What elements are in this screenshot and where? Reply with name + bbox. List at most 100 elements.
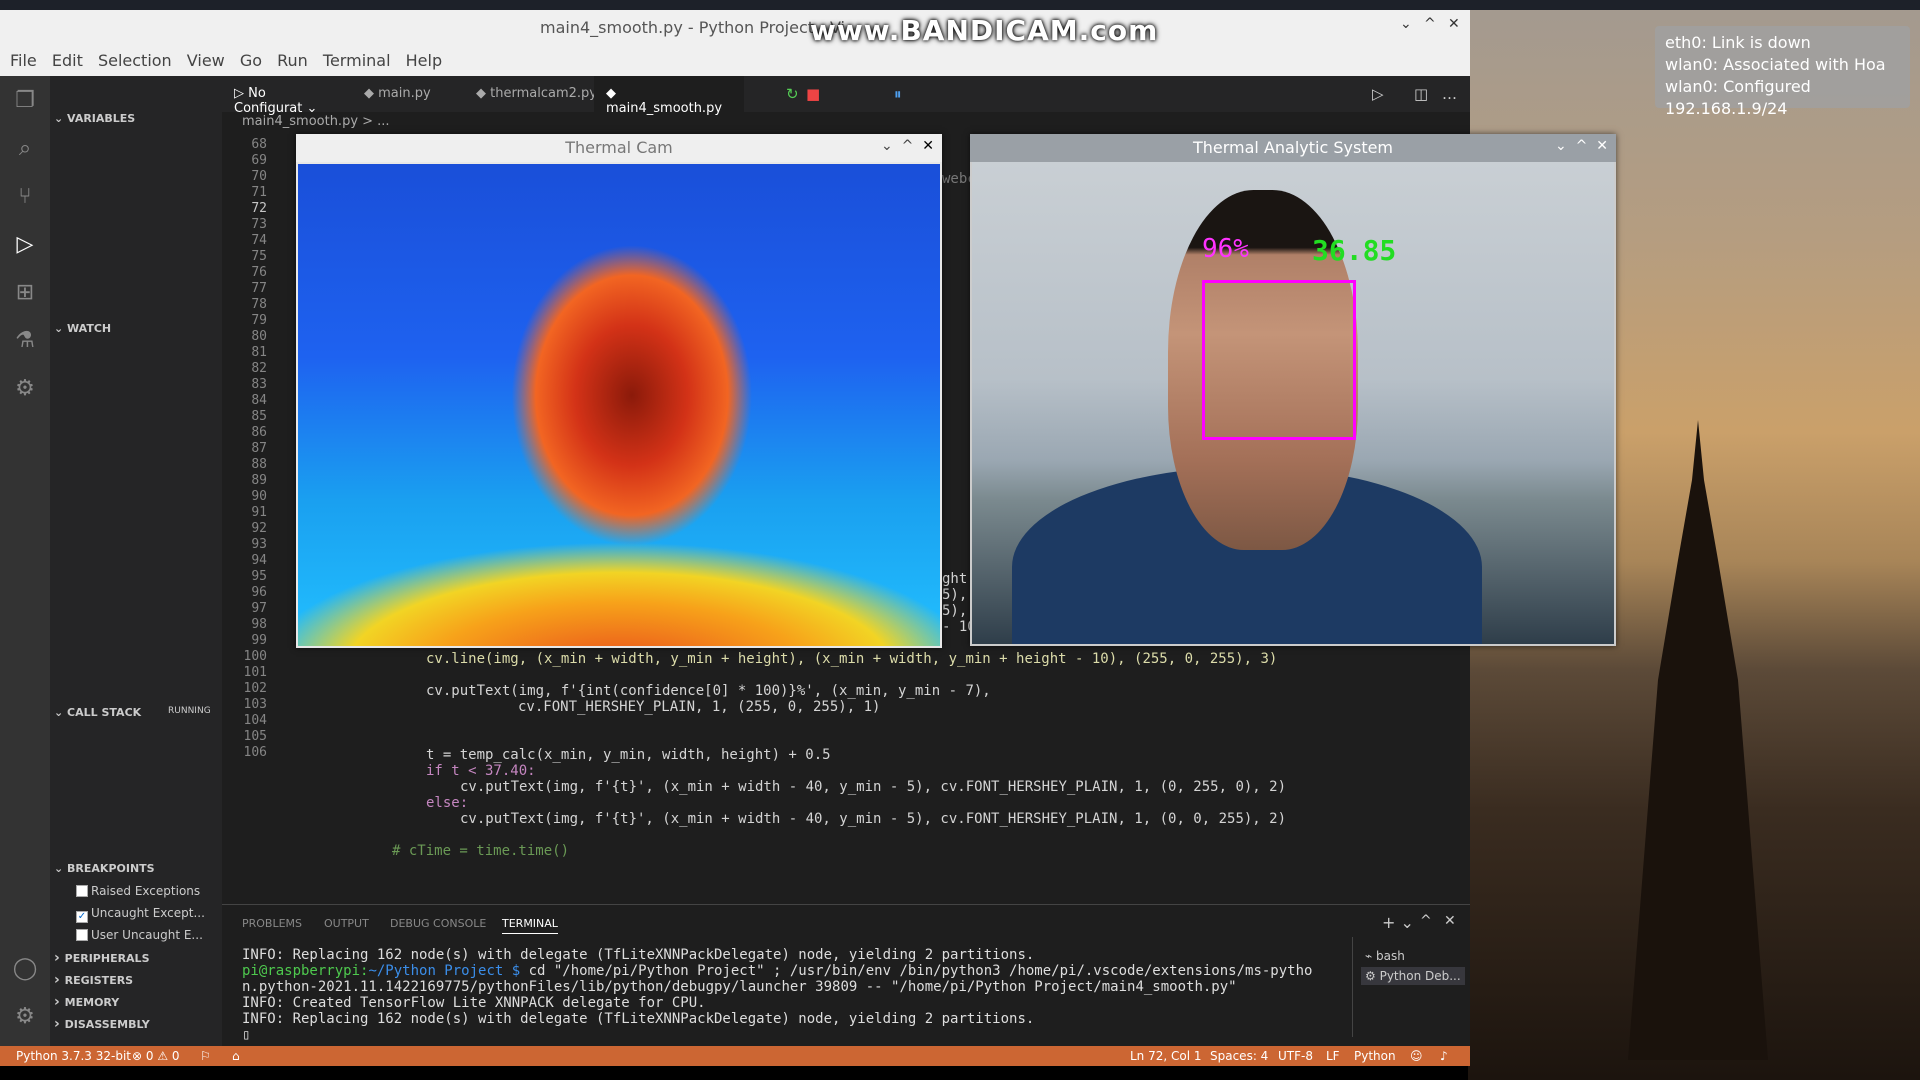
registers-header[interactable]: REGISTERS bbox=[54, 972, 133, 988]
debug-config-select[interactable]: ▷ No Configurat ⌄ bbox=[222, 76, 346, 116]
menu-selection[interactable]: Selection bbox=[98, 51, 172, 70]
line-number[interactable]: 90 bbox=[222, 489, 267, 504]
pause-icon[interactable]: ⏸ bbox=[894, 85, 902, 103]
line-number[interactable]: 76 bbox=[222, 265, 267, 280]
line-number[interactable]: 78 bbox=[222, 297, 267, 312]
line-number[interactable]: 67 bbox=[222, 134, 267, 136]
line-number[interactable]: 89 bbox=[222, 473, 267, 488]
minimize-icon[interactable]: ⌄ bbox=[881, 138, 893, 154]
line-ending[interactable]: LF bbox=[1326, 1049, 1340, 1063]
minimize-icon[interactable]: ⌄ bbox=[1400, 16, 1412, 32]
notifications-icon[interactable]: ♪ bbox=[1440, 1049, 1448, 1063]
line-number[interactable]: 73 bbox=[222, 217, 267, 232]
line-number[interactable]: 79 bbox=[222, 313, 267, 328]
line-number[interactable]: 71 bbox=[222, 185, 267, 200]
line-number[interactable]: 85 bbox=[222, 409, 267, 424]
terminal-instance-python-debug[interactable]: ⚙ Python Deb... bbox=[1361, 967, 1465, 985]
run-file-icon[interactable]: ▷ bbox=[1372, 85, 1384, 103]
line-number[interactable]: 96 bbox=[222, 585, 267, 600]
line-number[interactable]: 70 bbox=[222, 169, 267, 184]
line-number[interactable]: 103 bbox=[222, 697, 267, 712]
checkbox[interactable] bbox=[76, 929, 88, 941]
terminal-instance-bash[interactable]: ⌁ bash bbox=[1365, 949, 1405, 963]
line-number[interactable]: 102 bbox=[222, 681, 267, 696]
search-icon[interactable]: ⌕ bbox=[12, 136, 38, 162]
close-icon[interactable]: ✕ bbox=[1448, 16, 1460, 32]
breakpoint-user-uncaught[interactable]: User Uncaught E... bbox=[76, 928, 203, 942]
close-panel-icon[interactable]: ✕ bbox=[1444, 913, 1456, 929]
checkbox[interactable] bbox=[76, 885, 88, 897]
watch-header[interactable]: WATCH bbox=[54, 322, 111, 335]
memory-header[interactable]: MEMORY bbox=[54, 994, 120, 1010]
line-number[interactable]: 87 bbox=[222, 441, 267, 456]
testing-icon[interactable]: ⚗ bbox=[12, 328, 38, 354]
variables-header[interactable]: VARIABLES bbox=[54, 112, 135, 125]
line-number[interactable]: 93 bbox=[222, 537, 267, 552]
remote-icon[interactable]: ⚙ bbox=[12, 376, 38, 402]
line-number[interactable]: 99 bbox=[222, 633, 267, 648]
minimize-icon[interactable]: ⌄ bbox=[1555, 138, 1567, 154]
menu-terminal[interactable]: Terminal bbox=[323, 51, 391, 70]
feedback-icon[interactable]: ☺ bbox=[1410, 1049, 1423, 1063]
maximize-icon[interactable]: ^ bbox=[1424, 16, 1436, 32]
panel-tab-problems[interactable]: PROBLEMS bbox=[242, 917, 302, 930]
line-number[interactable]: 98 bbox=[222, 617, 267, 632]
problems-count[interactable]: ⊗ 0 ⚠ 0 bbox=[132, 1049, 180, 1063]
encoding[interactable]: UTF-8 bbox=[1278, 1049, 1313, 1063]
menu-file[interactable]: File bbox=[10, 51, 37, 70]
stop-icon[interactable]: ■ bbox=[806, 85, 820, 103]
maximize-panel-icon[interactable]: ^ bbox=[1420, 913, 1432, 929]
line-number[interactable]: 106 bbox=[222, 745, 267, 760]
line-number[interactable]: 80 bbox=[222, 329, 267, 344]
settings-gear-icon[interactable]: ⚙ bbox=[12, 1004, 38, 1030]
checkbox-checked[interactable]: ✓ bbox=[76, 911, 88, 923]
line-number[interactable]: 69 bbox=[222, 153, 267, 168]
line-number[interactable]: 68 bbox=[222, 137, 267, 152]
line-number[interactable]: 75 bbox=[222, 249, 267, 264]
breakpoint-raised-exceptions[interactable]: Raised Exceptions bbox=[76, 884, 200, 898]
menu-edit[interactable]: Edit bbox=[52, 51, 83, 70]
debug-status-icon[interactable]: ⚐ bbox=[200, 1049, 211, 1063]
home-icon[interactable]: ⌂ bbox=[232, 1049, 240, 1063]
tab-main4-smooth[interactable]: ◆ main4_smooth.py bbox=[594, 76, 744, 116]
line-number[interactable]: 81 bbox=[222, 345, 267, 360]
breadcrumb[interactable]: main4_smooth.py > ... bbox=[242, 114, 390, 129]
line-number[interactable]: 105 bbox=[222, 729, 267, 744]
line-number[interactable]: 95 bbox=[222, 569, 267, 584]
line-number[interactable]: 88 bbox=[222, 457, 267, 472]
line-number[interactable]: 83 bbox=[222, 377, 267, 392]
line-number[interactable]: 97 bbox=[222, 601, 267, 616]
extensions-icon[interactable]: ⊞ bbox=[12, 280, 38, 306]
breakpoint-uncaught-exceptions[interactable]: ✓ Uncaught Except... bbox=[76, 906, 205, 923]
close-icon[interactable]: ✕ bbox=[922, 138, 934, 154]
line-number[interactable]: 86 bbox=[222, 425, 267, 440]
close-icon[interactable]: ✕ bbox=[1596, 138, 1608, 154]
more-actions-icon[interactable]: … bbox=[1442, 85, 1457, 103]
breakpoints-header[interactable]: BREAKPOINTS bbox=[54, 862, 155, 875]
line-number[interactable]: 74 bbox=[222, 233, 267, 248]
line-number[interactable]: 72 bbox=[222, 201, 267, 216]
explorer-icon[interactable]: ❐ bbox=[12, 88, 38, 114]
line-number[interactable]: 91 bbox=[222, 505, 267, 520]
run-debug-icon[interactable]: ▷ bbox=[12, 232, 38, 258]
new-terminal-icon[interactable]: + ⌄ bbox=[1382, 913, 1414, 932]
split-editor-icon[interactable]: ◫ bbox=[1414, 85, 1428, 103]
source-control-icon[interactable]: ⑂ bbox=[12, 184, 38, 210]
indentation[interactable]: Spaces: 4 bbox=[1210, 1049, 1268, 1063]
call-stack-header[interactable]: CALL STACK bbox=[54, 706, 141, 719]
line-number[interactable]: 100 bbox=[222, 649, 267, 664]
terminal-cursor[interactable]: ▯ bbox=[242, 1027, 250, 1043]
menu-view[interactable]: View bbox=[187, 51, 225, 70]
account-icon[interactable]: ◯ bbox=[12, 956, 38, 982]
menu-help[interactable]: Help bbox=[406, 51, 442, 70]
language-mode[interactable]: Python bbox=[1354, 1049, 1396, 1063]
line-number[interactable]: 82 bbox=[222, 361, 267, 376]
line-number[interactable]: 101 bbox=[222, 665, 267, 680]
restart-icon[interactable]: ↻ bbox=[786, 85, 799, 103]
menu-go[interactable]: Go bbox=[240, 51, 262, 70]
line-number[interactable]: 94 bbox=[222, 553, 267, 568]
maximize-icon[interactable]: ^ bbox=[1576, 138, 1588, 154]
panel-tab-output[interactable]: OUTPUT bbox=[324, 917, 369, 930]
line-number[interactable]: 77 bbox=[222, 281, 267, 296]
disassembly-header[interactable]: DISASSEMBLY bbox=[54, 1016, 150, 1032]
